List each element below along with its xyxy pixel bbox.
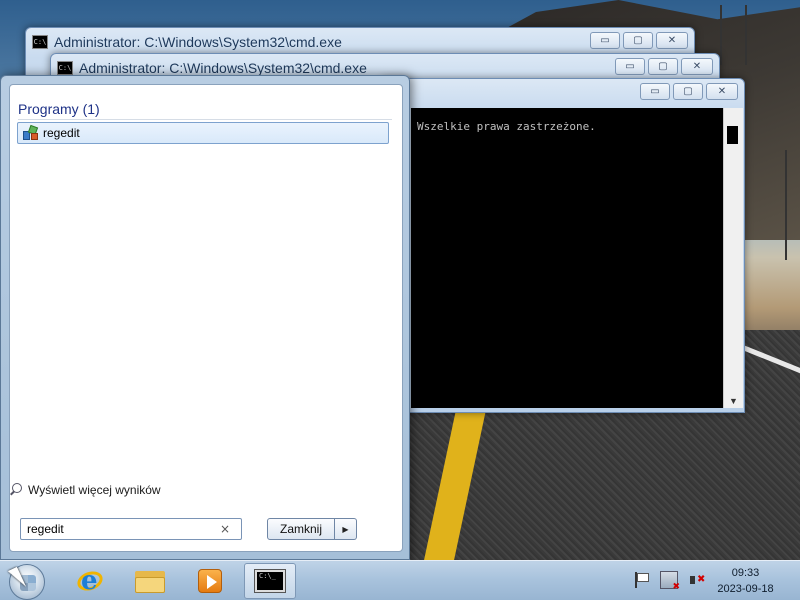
start-search-input[interactable] bbox=[21, 522, 216, 536]
clear-search-icon[interactable]: × bbox=[216, 522, 234, 536]
volume-muted-icon[interactable] bbox=[688, 571, 706, 589]
media-player-icon bbox=[198, 569, 222, 593]
action-center-flag-icon[interactable] bbox=[632, 571, 650, 589]
scrollbar-thumb[interactable] bbox=[727, 126, 738, 144]
maximize-button[interactable]: ▢ bbox=[673, 83, 703, 100]
cmd-icon: C:\_ bbox=[254, 569, 286, 593]
shutdown-button[interactable]: Zamknij bbox=[267, 518, 335, 540]
close-button[interactable]: ✕ bbox=[681, 58, 713, 75]
taskbar-internet-explorer[interactable]: e bbox=[64, 563, 116, 599]
console-output[interactable]: Wszelkie prawa zastrzeżone. bbox=[411, 108, 723, 408]
cmd-window-1-titlebar[interactable]: C:\ Administrator: C:\Windows\System32\c… bbox=[26, 28, 694, 56]
windows-explorer-icon bbox=[135, 569, 165, 593]
taskbar: e C:\_ 09:33 2023-09-18 bbox=[0, 560, 800, 600]
taskbar-windows-explorer[interactable] bbox=[124, 563, 176, 599]
search-section-header: Programy (1) bbox=[18, 101, 392, 120]
clock-time: 09:33 bbox=[731, 567, 760, 579]
start-search-box[interactable]: × bbox=[20, 518, 242, 540]
network-icon[interactable] bbox=[660, 571, 680, 592]
scroll-down-arrow-icon[interactable]: ▼ bbox=[724, 394, 743, 408]
system-tray bbox=[632, 571, 706, 592]
taskbar-cmd[interactable]: C:\_ bbox=[244, 563, 296, 599]
cmd-window-2-title: Administrator: C:\Windows\System32\cmd.e… bbox=[79, 60, 367, 76]
start-menu-results-panel: Programy (1) bbox=[9, 84, 403, 552]
magnifier-icon bbox=[9, 483, 23, 497]
shutdown-options-arrow-icon[interactable]: ▶ bbox=[335, 518, 357, 540]
minimize-button[interactable]: ▭ bbox=[640, 83, 670, 100]
see-more-results-link[interactable]: Wyświetl więcej wyników bbox=[9, 483, 161, 497]
wallpaper-pylon bbox=[745, 5, 747, 65]
clock-date: 2023-09-18 bbox=[717, 583, 774, 595]
cmd-icon: C:\ bbox=[32, 35, 48, 49]
regedit-icon bbox=[23, 124, 39, 141]
taskbar-media-player[interactable] bbox=[184, 563, 236, 599]
start-menu: Programy (1) regedit Wyświetl więcej wyn… bbox=[0, 75, 410, 560]
minimize-button[interactable]: ▭ bbox=[615, 58, 645, 75]
close-button[interactable]: ✕ bbox=[656, 32, 688, 49]
see-more-results-label: Wyświetl więcej wyników bbox=[28, 483, 161, 497]
close-button[interactable]: ✕ bbox=[706, 83, 738, 100]
search-result-label: regedit bbox=[43, 126, 80, 140]
wallpaper-pylon bbox=[785, 150, 787, 260]
console-scrollbar[interactable]: ▼ bbox=[723, 108, 743, 408]
cmd-icon: C:\ bbox=[57, 61, 73, 75]
internet-explorer-icon: e bbox=[74, 566, 106, 596]
maximize-button[interactable]: ▢ bbox=[648, 58, 678, 75]
wallpaper-pylon bbox=[720, 5, 722, 65]
taskbar-clock[interactable]: 09:33 2023-09-18 bbox=[708, 565, 783, 597]
shutdown-control: Zamknij ▶ bbox=[267, 518, 357, 540]
maximize-button[interactable]: ▢ bbox=[623, 32, 653, 49]
cmd-window-3[interactable]: ▭ ▢ ✕ Wszelkie prawa zastrzeżone. ▼ bbox=[380, 78, 745, 413]
search-result-regedit[interactable]: regedit bbox=[17, 122, 389, 144]
cmd-window-1-title: Administrator: C:\Windows\System32\cmd.e… bbox=[54, 34, 342, 50]
minimize-button[interactable]: ▭ bbox=[590, 32, 620, 49]
cmd-window-3-titlebar[interactable]: ▭ ▢ ✕ bbox=[381, 79, 744, 107]
